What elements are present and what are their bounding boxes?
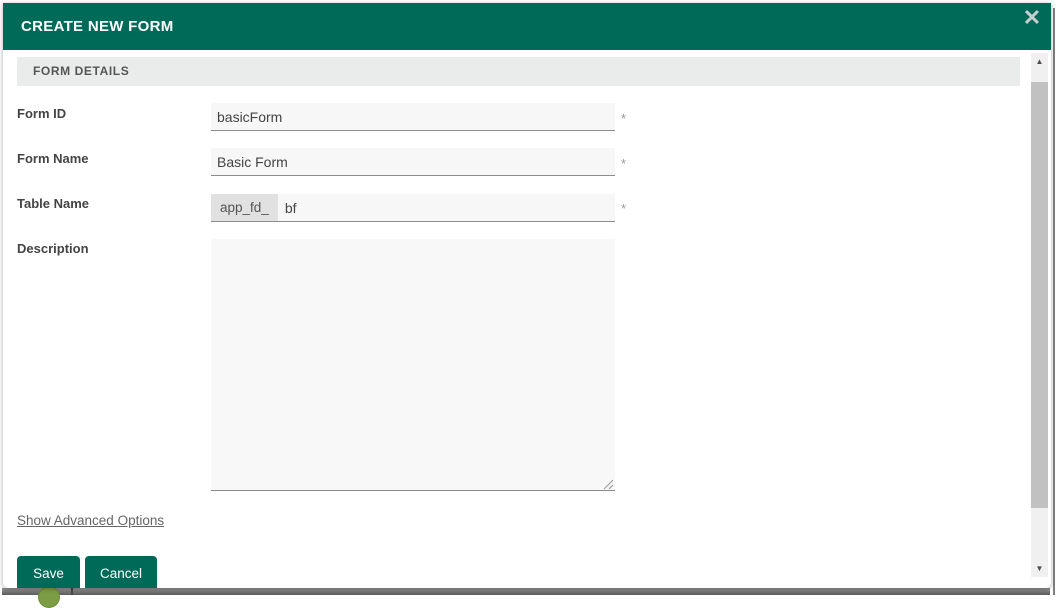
save-button[interactable]: Save (17, 556, 80, 588)
scroll-down-arrow-icon[interactable]: ▼ (1031, 560, 1048, 577)
background-page-strip (2, 588, 1050, 595)
dialog-scrollbar[interactable]: ▲ ▼ (1031, 53, 1048, 577)
table-name-label: Table Name (17, 196, 90, 211)
window-right-border (1053, 8, 1055, 595)
close-icon[interactable]: ✕ (1019, 5, 1045, 31)
form-id-input[interactable] (211, 103, 615, 131)
description-label: Description (17, 241, 89, 256)
scrollbar-thumb[interactable] (1031, 82, 1048, 508)
table-name-prefix: app_fd_ (211, 194, 278, 221)
form-id-required-marker: * (621, 111, 627, 126)
dialog-header: CREATE NEW FORM ✕ (3, 3, 1051, 50)
show-advanced-options-link[interactable]: Show Advanced Options (17, 513, 164, 528)
description-textarea[interactable] (211, 239, 615, 491)
form-details-section-header: FORM DETAILS (17, 57, 1020, 86)
form-name-required-marker: * (621, 156, 627, 171)
create-new-form-dialog: CREATE NEW FORM ✕ FORM DETAILS Form ID *… (3, 3, 1051, 588)
table-name-required-marker: * (621, 201, 627, 216)
scroll-up-arrow-icon[interactable]: ▲ (1031, 53, 1048, 70)
background-divider (71, 587, 73, 595)
background-logo-icon (38, 586, 60, 608)
cancel-button[interactable]: Cancel (85, 556, 157, 588)
table-name-field-group: app_fd_ (211, 194, 615, 222)
table-name-input[interactable] (277, 194, 615, 221)
dialog-title: CREATE NEW FORM (21, 18, 174, 35)
form-id-label: Form ID (17, 106, 67, 121)
form-name-input[interactable] (211, 148, 615, 176)
form-name-label: Form Name (17, 151, 89, 166)
section-title: FORM DETAILS (33, 64, 130, 78)
textarea-resize-handle-icon[interactable] (602, 478, 614, 490)
